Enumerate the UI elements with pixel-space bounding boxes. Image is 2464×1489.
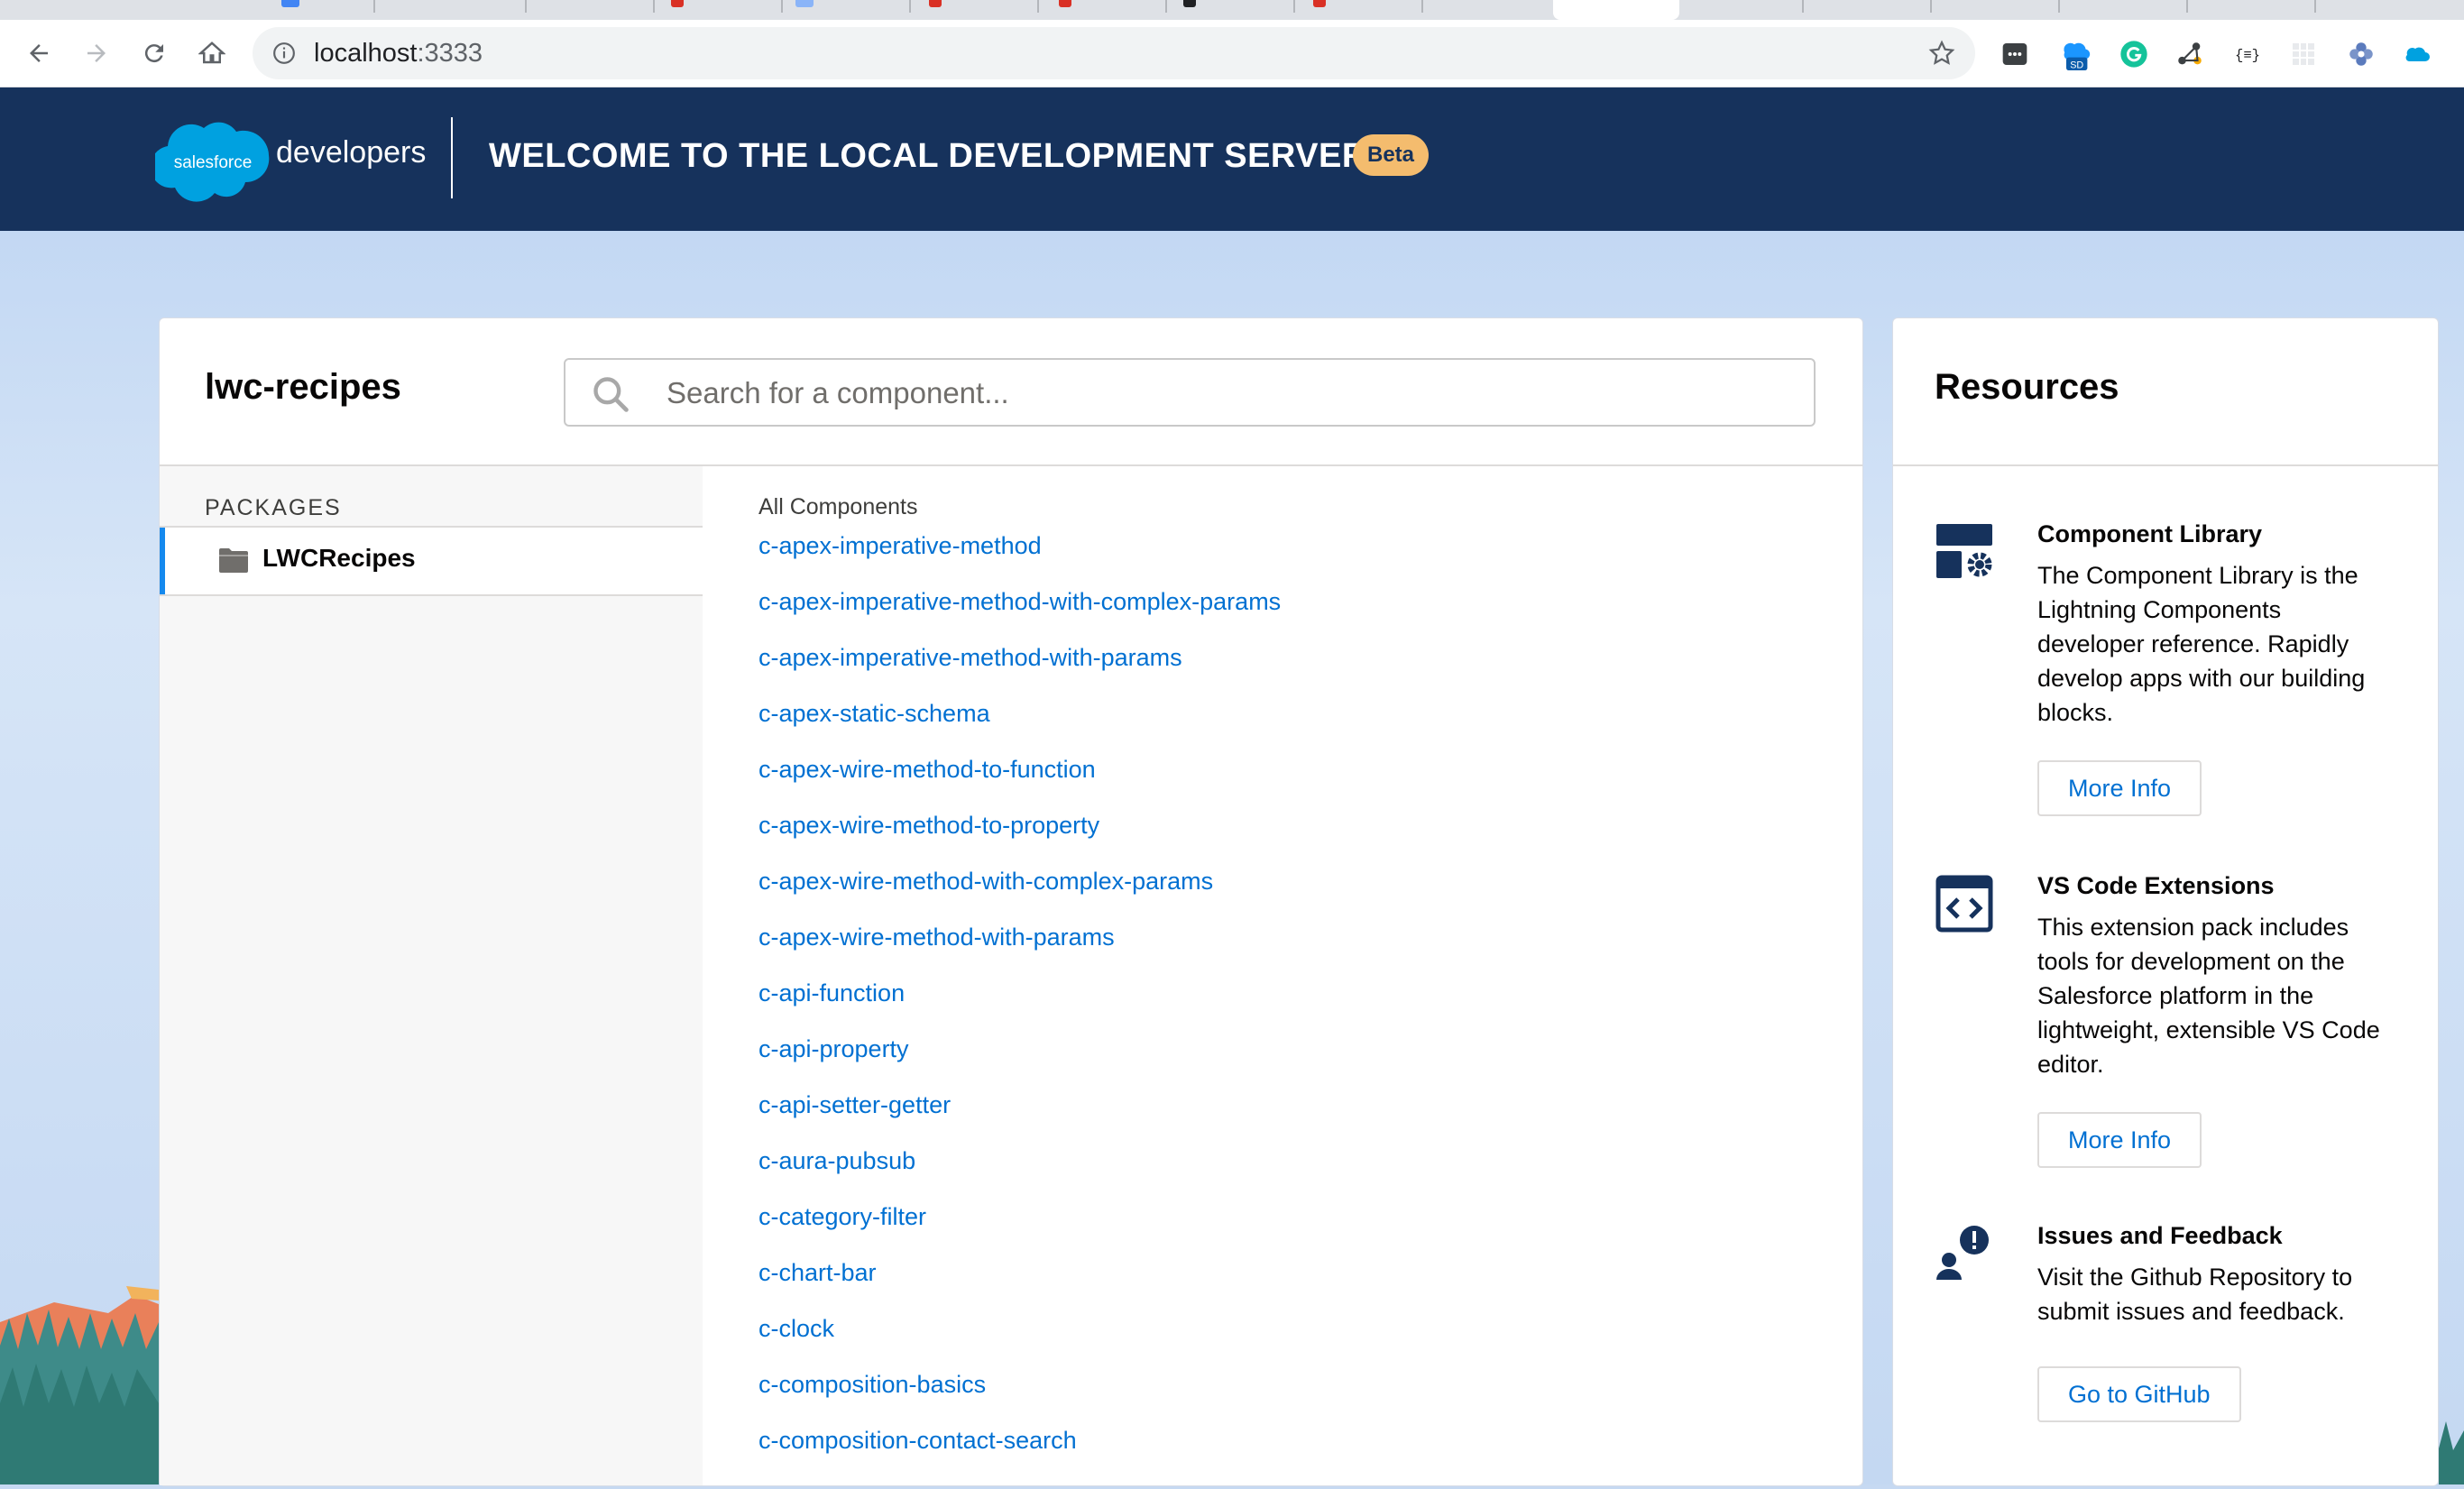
svg-text:SD: SD [2070,60,2083,70]
selected-indicator [160,528,165,594]
tab-separator [2314,0,2316,13]
logo-brand-text: salesforce [174,153,253,172]
reload-icon [144,44,163,63]
resource-heading: VS Code Extensions [2037,872,2275,899]
component-link[interactable]: c-apex-wire-method-to-property [759,807,1281,863]
tab-separator [373,0,375,13]
search-icon [593,377,629,412]
page-title: WELCOME TO THE LOCAL DEVELOPMENT SERVER [489,137,1367,175]
svg-text:{≡}: {≡} [2235,48,2260,64]
component-list: All Components c-apex-imperative-method … [759,490,1281,1478]
components-card: lwc-recipes PACKAGES LWCRecipes All Comp… [159,317,1863,1486]
browser-tab-strip [0,0,2464,20]
tab-favicon[interactable] [795,0,814,7]
components-heading: All Components [759,494,918,519]
component-link[interactable]: c-composition-contact-search [759,1422,1281,1478]
feedback-user-icon [1936,1226,1989,1280]
component-link[interactable]: c-clock [759,1310,1281,1366]
back-button[interactable] [16,31,61,76]
resource-heading: Issues and Feedback [2037,1222,2283,1249]
arrow-right-icon [87,44,106,62]
packages-sidebar: PACKAGES LWCRecipes [160,466,703,1485]
tab-favicon[interactable] [1183,0,1196,7]
tab-separator [2058,0,2060,13]
tab-separator [1165,0,1167,13]
component-link[interactable]: c-api-setter-getter [759,1087,1281,1143]
home-icon [198,41,225,64]
tab-favicon[interactable] [1059,0,1071,7]
folder-icon [219,548,248,573]
component-link[interactable]: c-apex-imperative-method [759,528,1281,584]
extension-network-icon[interactable] [2174,38,2206,70]
extension-sd-icon[interactable]: SD [2058,38,2091,70]
bookmark-star-icon[interactable] [1928,40,1955,67]
browser-toolbar: localhost:3333 SD {≡} [0,20,2464,87]
component-library-icon [1936,524,1992,578]
extension-json-icon[interactable]: {≡} [2231,38,2264,70]
package-item-lwcrecipes[interactable]: LWCRecipes [160,526,703,596]
reload-button[interactable] [132,31,177,76]
tab-separator [653,0,655,13]
forward-button[interactable] [74,31,119,76]
component-link[interactable]: c-aura-pubsub [759,1143,1281,1199]
resource-description: This extension pack includes tools for d… [2037,914,2380,1078]
component-link[interactable]: c-composition-basics [759,1366,1281,1422]
salesforce-cloud-logo: salesforce [155,122,270,202]
tab-favicon[interactable] [281,0,299,7]
tab-separator [1293,0,1295,13]
url-port: :3333 [417,39,483,68]
component-link[interactable]: c-api-function [759,975,1281,1031]
tab-separator [1421,0,1423,13]
component-link[interactable]: c-chart-bar [759,1255,1281,1310]
resource-heading: Component Library [2037,520,2263,547]
tab-favicon[interactable] [1313,0,1326,7]
component-link[interactable]: c-apex-wire-method-to-function [759,751,1281,807]
extension-flower-icon[interactable] [2345,38,2377,70]
address-bar[interactable]: localhost:3333 [253,27,1975,79]
component-link[interactable]: c-apex-imperative-method-with-params [759,639,1281,695]
url-host: localhost [314,39,418,68]
extension-more-icon[interactable] [1999,38,2031,70]
search-input[interactable] [665,369,1787,418]
packages-heading: PACKAGES [205,495,342,520]
extension-salesforce-icon[interactable] [2401,38,2433,70]
tab-separator [2186,0,2188,13]
project-title: lwc-recipes [205,367,401,407]
logo-wordmark: developers [276,135,427,170]
package-label: LWCRecipes [262,544,416,572]
resource-description: The Component Library is the Lightning C… [2037,562,2366,726]
extension-grammarly-icon[interactable] [2118,38,2150,70]
component-link[interactable]: c-apex-wire-method-with-complex-params [759,863,1281,919]
go-to-github-button[interactable]: Go to GitHub [2037,1366,2241,1422]
resources-card: Resources Component Library The Componen… [1892,317,2439,1486]
component-search[interactable] [564,358,1816,427]
vs-code-more-info-button[interactable]: More Info [2037,1112,2202,1168]
tab-separator [781,0,783,13]
tab-separator [909,0,911,13]
arrow-left-icon [30,44,48,62]
resources-title: Resources [1935,367,2119,407]
tab-separator [1802,0,1804,13]
beta-badge: Beta [1353,134,1429,176]
component-link[interactable]: c-apex-imperative-method-with-complex-pa… [759,584,1281,639]
code-window-icon [1935,875,1993,933]
header-divider [451,117,453,198]
tab-favicon[interactable] [929,0,942,7]
home-button[interactable] [189,31,234,76]
tab-separator [1930,0,1932,13]
component-link[interactable]: c-category-filter [759,1199,1281,1255]
component-link[interactable]: c-apex-static-schema [759,695,1281,751]
active-tab[interactable] [1553,0,1679,20]
tab-separator [525,0,527,13]
tab-separator [1037,0,1039,13]
component-link[interactable]: c-apex-wire-method-with-params [759,919,1281,975]
resource-description: Visit the Github Repository to submit is… [2037,1264,2353,1325]
tab-favicon[interactable] [671,0,684,7]
info-icon[interactable] [272,41,296,65]
extension-grid-icon[interactable] [2287,38,2320,70]
resources-divider [1893,464,2438,466]
url-text[interactable]: localhost:3333 [314,38,483,69]
component-link[interactable]: c-api-property [759,1031,1281,1087]
component-library-more-info-button[interactable]: More Info [2037,760,2202,816]
